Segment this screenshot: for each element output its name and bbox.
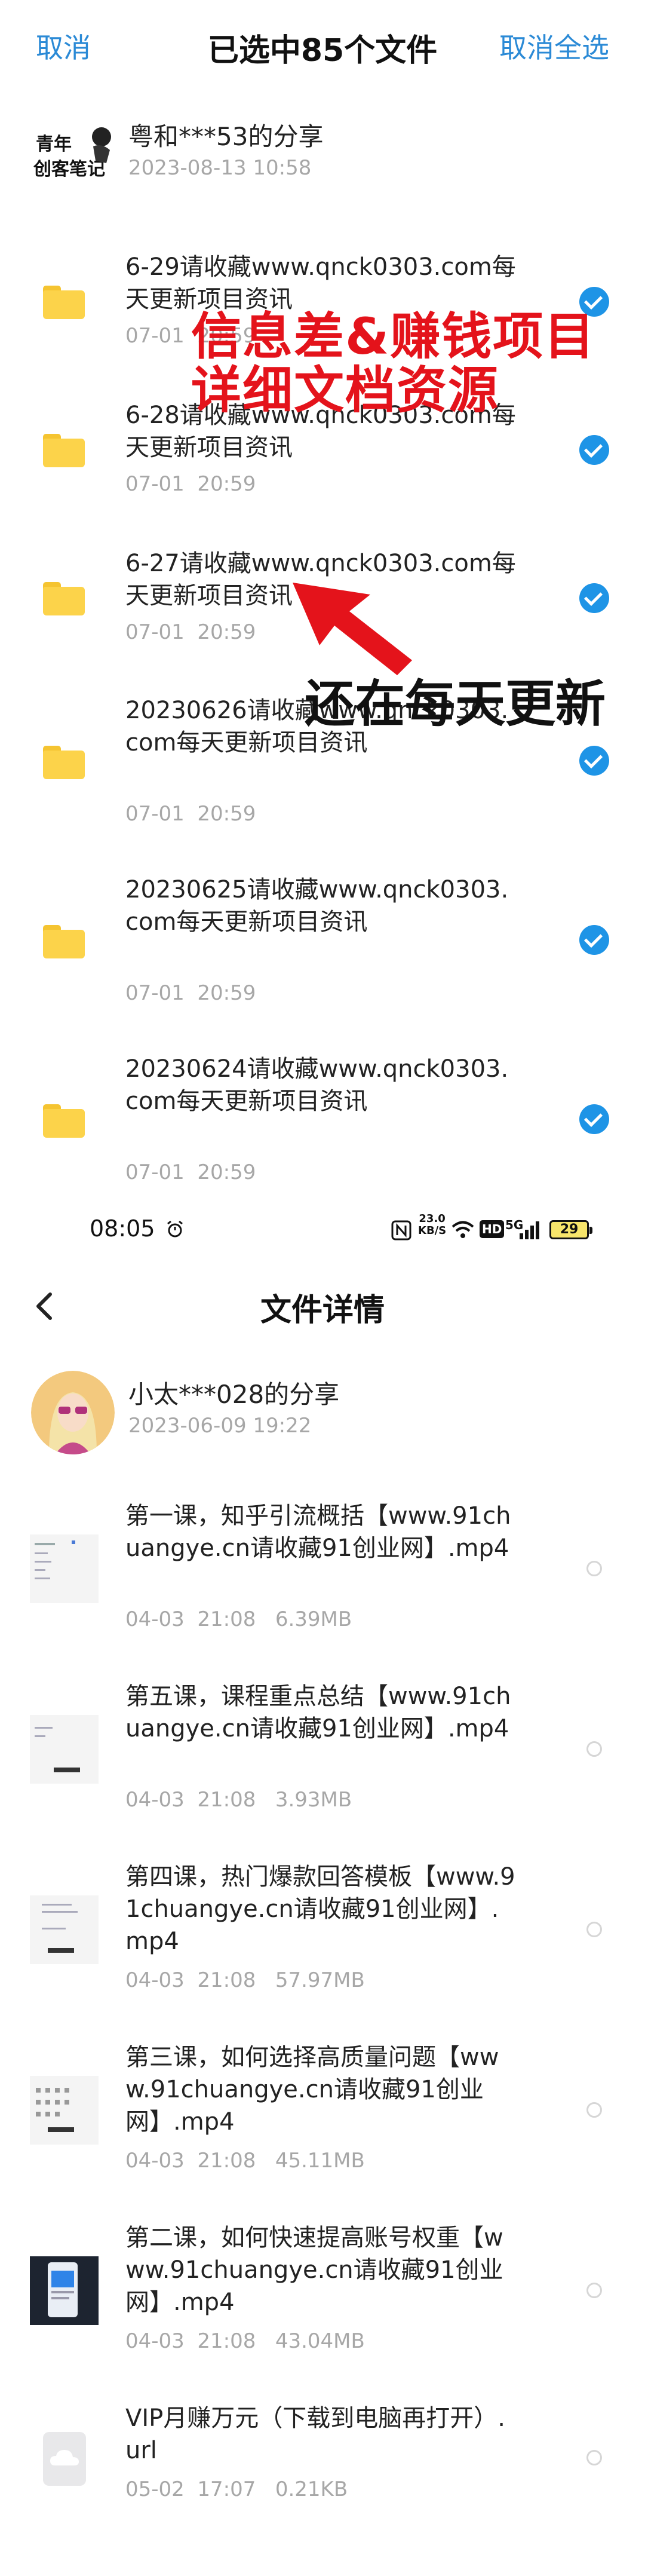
unchecked-radio-icon[interactable]: [586, 1922, 602, 1937]
video-thumbnail: [30, 1895, 99, 1964]
file-name: 第一课，知乎引流概括【www.91chuangye.cn请收藏91创业网】.mp…: [125, 1502, 511, 1562]
battery-indicator: 29: [549, 1220, 592, 1239]
file-name: 第三课，如何选择高质量问题【www.91chuangye.cn请收藏91创业网】…: [125, 2044, 499, 2136]
file-meta: 05-02 17:07 0.21KB: [125, 2477, 348, 2501]
nfc-icon: [391, 1220, 411, 1240]
link-file-icon: [43, 2432, 86, 2486]
checked-icon[interactable]: [579, 1104, 609, 1134]
video-thumbnail: [30, 2256, 99, 2325]
folder-icon: [43, 1104, 85, 1138]
video-thumbnail: [30, 1534, 99, 1603]
file-meta: 07-01 20:59: [125, 981, 256, 1005]
file-name: 第四课，热门爆款回答模板【www.91chuangye.cn请收藏91创业网】.…: [125, 1863, 515, 1955]
file-meta: 04-03 21:08 6.39MB: [125, 1607, 352, 1631]
status-time: 08:05: [90, 1215, 155, 1242]
file-meta: 04-03 21:08 45.11MB: [125, 2149, 365, 2173]
network-speed: 23.0 KB/S: [418, 1212, 447, 1237]
video-thumbnail: [30, 2076, 99, 2145]
file-name: 第五课，课程重点总结【www.91chuangye.cn请收藏91创业网】.mp…: [125, 1683, 511, 1742]
page-title: 文件详情: [260, 1292, 385, 1328]
file-meta: 07-01 20:59: [125, 472, 256, 496]
file-meta: 04-03 21:08 57.97MB: [125, 1968, 365, 1992]
detail-header: 文件详情: [0, 1261, 645, 1350]
sharer-header: 小太***028的分享 2023-06-09 19:22: [0, 1362, 645, 1458]
file-meta: 04-03 21:08 3.93MB: [125, 1788, 352, 1812]
sharer-logo: 青年 创客笔记: [31, 113, 115, 197]
red-arrow-icon: [293, 583, 412, 675]
file-name: VIP月赚万元（下载到电脑再打开）.url: [125, 2405, 505, 2464]
unchecked-radio-icon[interactable]: [586, 2450, 602, 2465]
status-bar: 08:05 23.0 KB/S HD 5G 29: [0, 1207, 645, 1255]
unchecked-radio-icon[interactable]: [586, 2102, 602, 2118]
unchecked-radio-icon[interactable]: [586, 1741, 602, 1757]
file-name: 20230624请收藏www.qnck0303.com每天更新项目资讯: [125, 1055, 509, 1115]
avatar: [31, 1371, 115, 1454]
signal-icon: [520, 1221, 539, 1239]
file-meta: 07-01 20:59: [125, 802, 256, 826]
folder-icon: [43, 286, 85, 319]
video-thumbnail: [30, 1715, 99, 1784]
share-date: 2023-08-13 10:58: [128, 156, 312, 180]
folder-icon: [43, 746, 85, 779]
file-meta: 07-01 20:59: [125, 1160, 256, 1184]
file-name: 第二课，如何快速提高账号权重【www.91chuangye.cn请收藏91创业网…: [125, 2224, 503, 2316]
deselect-all-button[interactable]: 取消全选: [499, 26, 609, 66]
overlay-caption-3: 还在每天更新: [305, 675, 606, 733]
sharer-name: 粤和***53的分享: [128, 122, 324, 151]
folder-icon: [43, 925, 85, 958]
hd-badge: HD: [480, 1220, 505, 1238]
svg-text:创客笔记: 创客笔记: [33, 159, 105, 180]
folder-icon: [43, 582, 85, 615]
unchecked-radio-icon[interactable]: [586, 1561, 602, 1576]
checked-icon[interactable]: [579, 746, 609, 776]
unchecked-radio-icon[interactable]: [586, 2283, 602, 2298]
checked-icon[interactable]: [579, 435, 609, 465]
folder-icon: [43, 434, 85, 467]
selection-toolbar: 取消 已选中85个文件 取消全选: [0, 0, 645, 96]
file-meta: 04-03 21:08 43.04MB: [125, 2329, 365, 2353]
sharer-name: 小太***028的分享: [128, 1380, 340, 1409]
checked-icon[interactable]: [579, 583, 609, 613]
overlay-caption-1: 信息差&赚钱项目: [191, 307, 596, 366]
svg-text:青年: 青年: [36, 134, 72, 155]
overlay-caption-2: 详细文档资源: [191, 361, 500, 419]
alarm-icon: [167, 1220, 183, 1238]
share-date: 2023-06-09 19:22: [128, 1414, 312, 1438]
wifi-icon: [452, 1221, 474, 1238]
checked-icon[interactable]: [579, 925, 609, 955]
file-meta: 07-01 20:59: [125, 620, 256, 644]
sharer-header: 青年 创客笔记 粤和***53的分享 2023-08-13 10:58: [0, 105, 645, 200]
file-name: 20230625请收藏www.qnck0303.com每天更新项目资讯: [125, 876, 509, 936]
file-name: 6-29请收藏www.qnck0303.com每天更新项目资讯: [125, 253, 516, 313]
